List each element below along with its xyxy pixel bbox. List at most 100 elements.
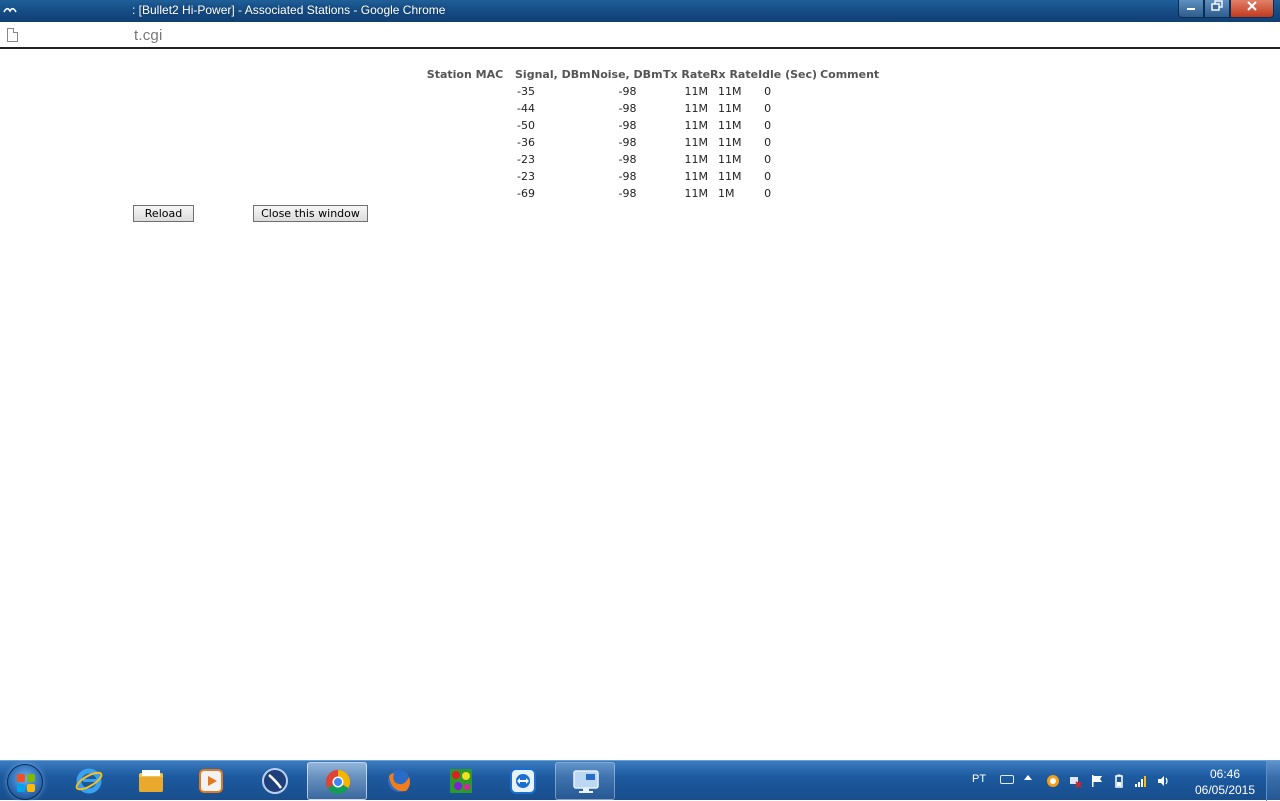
rx-rate-cell: 11M (718, 119, 742, 132)
idle-cell: 0 (764, 102, 772, 115)
windows-logo-icon (17, 774, 35, 792)
remote-desktop-icon (573, 770, 599, 793)
rx-rate-cell: 11M (718, 153, 742, 166)
close-icon (1247, 1, 1257, 11)
rx-rate-cell: 1M (718, 187, 735, 200)
orange-app-icon[interactable] (1046, 774, 1060, 788)
taskbar-internet-explorer[interactable] (59, 762, 119, 800)
table-row: -50 -98 11M 11M 0 (415, 117, 880, 134)
taskbar-media-player[interactable] (181, 762, 241, 800)
show-desktop-button[interactable] (1266, 761, 1280, 801)
internet-explorer-icon (75, 768, 103, 794)
signal-cell: -35 (517, 85, 535, 98)
taskbar-chrome[interactable] (307, 762, 367, 800)
station-mac-cell (415, 185, 515, 202)
comment-cell (820, 185, 880, 202)
stations-table: Station MAC Signal, DBm Noise, DBm Tx Ra… (415, 66, 880, 202)
action-center-flag-icon[interactable] (1090, 774, 1104, 788)
idle-cell: 0 (764, 85, 772, 98)
station-mac-cell (415, 151, 515, 168)
idle-cell: 0 (764, 187, 772, 200)
rx-rate-cell: 11M (718, 136, 742, 149)
window-titlebar: : [Bullet2 Hi-Power] - Associated Statio… (0, 0, 1280, 22)
tx-rate-cell: 11M (684, 136, 709, 149)
url-tail: t.cgi (134, 27, 163, 44)
noise-cell: -98 (618, 153, 637, 166)
close-button[interactable] (1230, 0, 1274, 18)
noise-cell: -98 (618, 85, 637, 98)
taskbar: PT 06:46 06/05/2015 (0, 760, 1280, 801)
comment-cell (820, 100, 880, 117)
minimize-button[interactable] (1178, 0, 1204, 18)
header-comment: Comment (820, 68, 880, 81)
clock[interactable]: 06:46 06/05/2015 (1193, 766, 1257, 798)
header-noise: Noise, DBm (591, 68, 663, 81)
rx-rate-cell: 11M (718, 85, 742, 98)
table-header-row: Station MAC Signal, DBm Noise, DBm Tx Ra… (415, 66, 880, 83)
noise-cell: -98 (618, 170, 637, 183)
tx-rate-cell: 11M (684, 85, 709, 98)
station-mac-cell (415, 83, 515, 100)
taskbar-file-explorer[interactable] (121, 762, 181, 800)
wifi-signal-icon[interactable] (1134, 774, 1148, 788)
colorful-app-icon (450, 769, 472, 793)
comment-cell (820, 117, 880, 134)
signal-cell: -23 (517, 170, 535, 183)
start-button[interactable] (7, 764, 43, 800)
media-player-icon (199, 769, 223, 793)
taskbar-colorful-app[interactable] (431, 762, 491, 800)
network-error-icon[interactable] (1068, 774, 1082, 788)
taskbar-firefox[interactable] (369, 762, 429, 800)
tx-rate-cell: 11M (684, 119, 709, 132)
close-window-button[interactable]: Close this window (253, 205, 368, 222)
page-icon (7, 28, 18, 42)
table-row: -23 -98 11M 11M 0 (415, 151, 880, 168)
comment-cell (820, 83, 880, 100)
firefox-icon (388, 770, 410, 792)
address-bar[interactable]: t.cgi (0, 22, 1280, 49)
signal-cell: -50 (517, 119, 535, 132)
taskbar-winbox[interactable] (245, 762, 305, 800)
minimize-icon (1187, 8, 1195, 10)
table-row: -36 -98 11M 11M 0 (415, 134, 880, 151)
taskbar-remote-desktop[interactable] (555, 762, 615, 800)
window-title: : [Bullet2 Hi-Power] - Associated Statio… (20, 3, 445, 17)
signal-cell: -23 (517, 153, 535, 166)
volume-icon[interactable] (1156, 774, 1170, 788)
header-signal: Signal, DBm (515, 68, 591, 81)
restore-button[interactable] (1204, 0, 1230, 18)
table-row: -35 -98 11M 11M 0 (415, 83, 880, 100)
language-indicator[interactable]: PT (972, 773, 986, 785)
show-hidden-icons-icon[interactable] (1024, 775, 1032, 780)
redacted-hostname (20, 3, 132, 15)
reload-button[interactable]: Reload (133, 205, 194, 222)
table-row: -44 -98 11M 11M 0 (415, 100, 880, 117)
idle-cell: 0 (764, 136, 772, 149)
window-title-text: [Bullet2 Hi-Power] - Associated Stations… (138, 3, 446, 17)
clock-time: 06:46 (1209, 767, 1241, 781)
tx-rate-cell: 11M (684, 187, 709, 200)
idle-cell: 0 (764, 119, 772, 132)
header-tx-rate: Tx Rate (663, 68, 711, 81)
battery-icon[interactable] (1112, 774, 1126, 788)
header-idle: Idle (Sec) (758, 68, 818, 81)
comment-cell (820, 151, 880, 168)
noise-cell: -98 (618, 102, 637, 115)
ubiquiti-icon (3, 7, 17, 13)
noise-cell: -98 (618, 187, 637, 200)
comment-cell (820, 134, 880, 151)
idle-cell: 0 (764, 170, 772, 183)
keyboard-icon[interactable] (1000, 775, 1014, 784)
station-mac-cell (415, 168, 515, 185)
signal-cell: -69 (517, 187, 535, 200)
tx-rate-cell: 11M (684, 153, 709, 166)
header-rx-rate: Rx Rate (710, 68, 759, 81)
table-row: -69 -98 11M 1M 0 (415, 185, 880, 202)
chrome-icon (325, 770, 351, 795)
comment-cell (820, 168, 880, 185)
window-controls (1178, 0, 1274, 18)
idle-cell: 0 (764, 153, 772, 166)
url-text[interactable]: t.cgi (34, 27, 163, 44)
taskbar-teamviewer[interactable] (493, 762, 553, 800)
clock-date: 06/05/2015 (1194, 783, 1256, 797)
